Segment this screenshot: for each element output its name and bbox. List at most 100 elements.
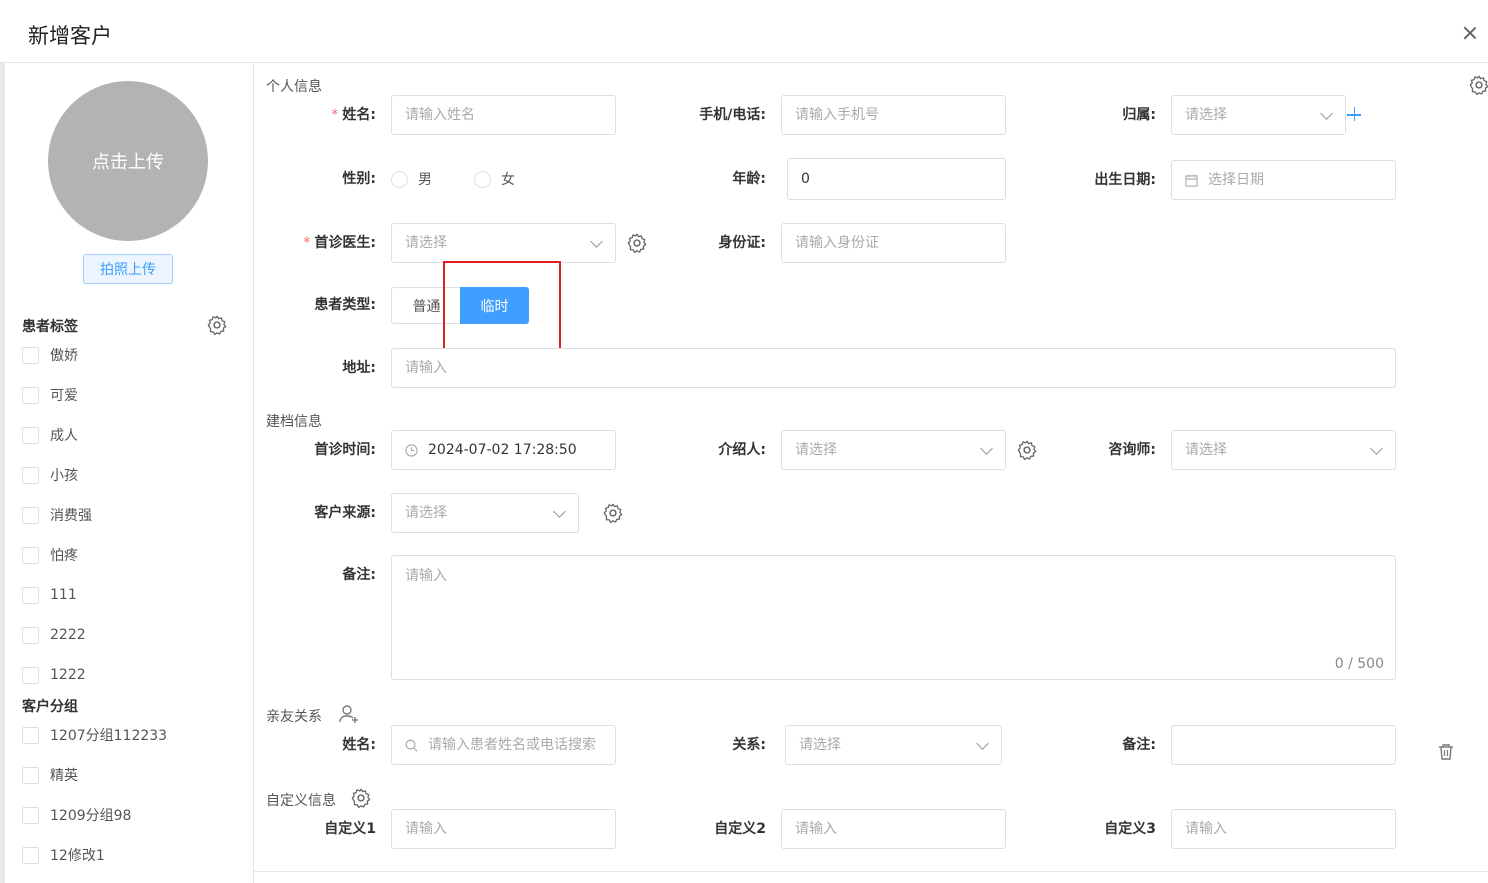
chevron-down-icon: [553, 505, 566, 518]
radio-circle[interactable]: [391, 170, 408, 188]
chevron-down-icon: [1370, 442, 1383, 455]
doctor-placeholder: 请选择: [405, 235, 447, 251]
group-label: 12修改1: [50, 848, 105, 864]
custom-info-title: 自定义信息: [266, 793, 336, 809]
remark-char-counter: 0 / 500: [1334, 656, 1384, 672]
checkbox-box[interactable]: [22, 726, 39, 744]
name-label-text: 姓名:: [342, 107, 376, 123]
id-card-input[interactable]: 请输入身份证: [781, 223, 1006, 263]
tag-checkbox[interactable]: 1222: [22, 665, 86, 685]
phone-input[interactable]: 请输入手机号: [781, 95, 1006, 135]
custom-info-settings-gear-icon[interactable]: [350, 787, 372, 809]
archive-info-title: 建档信息: [266, 414, 322, 430]
first-visit-datetime-picker[interactable]: 2024-07-02 17:28:50: [391, 430, 616, 470]
patient-type-normal-button[interactable]: 普通: [391, 287, 461, 324]
tag-checkbox[interactable]: 111: [22, 585, 77, 605]
close-icon[interactable]: [1459, 22, 1481, 44]
radio-circle[interactable]: [474, 170, 491, 188]
address-label: 地址:: [342, 360, 376, 376]
relation-label: 关系:: [732, 737, 766, 753]
patient-tags-settings-gear-icon[interactable]: [206, 314, 228, 336]
custom-2-input[interactable]: 请输入: [781, 809, 1006, 849]
form-settings-gear-icon[interactable]: [1468, 74, 1488, 96]
consultant-select[interactable]: 请选择: [1171, 430, 1396, 470]
custom-1-input[interactable]: 请输入: [391, 809, 616, 849]
remark-label: 备注:: [342, 567, 376, 583]
birthdate-picker[interactable]: 选择日期: [1171, 160, 1396, 200]
sidebar-divider: [253, 62, 254, 883]
tag-checkbox[interactable]: 傲娇: [22, 345, 78, 365]
name-input[interactable]: 请输入姓名: [391, 95, 616, 135]
calendar-icon: [1185, 174, 1198, 187]
checkbox-box[interactable]: [22, 346, 39, 364]
age-label: 年龄:: [732, 171, 766, 187]
referrer-settings-gear-icon[interactable]: [1016, 439, 1038, 461]
checkbox-box[interactable]: [22, 626, 39, 644]
delete-trash-icon[interactable]: [1437, 743, 1455, 761]
tag-checkbox[interactable]: 成人: [22, 425, 78, 445]
first-visit-label: 首诊时间:: [314, 442, 376, 458]
tag-label: 成人: [50, 428, 78, 444]
group-checkbox[interactable]: 精英: [22, 765, 78, 785]
relative-search-input[interactable]: 请输入患者姓名或电话搜索: [391, 725, 616, 765]
age-input[interactable]: 0: [787, 158, 1006, 200]
source-placeholder: 请选择: [405, 505, 447, 521]
checkbox-box[interactable]: [22, 426, 39, 444]
gender-male-radio[interactable]: 男: [391, 159, 432, 199]
checkbox-box[interactable]: [22, 586, 39, 604]
belong-select[interactable]: 请选择: [1171, 95, 1346, 135]
group-checkbox[interactable]: 1207分组112233: [22, 725, 167, 745]
checkbox-box[interactable]: [22, 806, 39, 824]
tag-checkbox[interactable]: 小孩: [22, 465, 78, 485]
group-label: 1207分组112233: [50, 728, 168, 744]
checkbox-box[interactable]: [22, 846, 39, 864]
source-select[interactable]: 请选择: [391, 493, 579, 533]
gender-female-radio[interactable]: 女: [474, 159, 515, 199]
avatar-upload[interactable]: 点击上传: [48, 81, 208, 241]
doctor-settings-gear-icon[interactable]: [626, 232, 648, 254]
id-card-label: 身份证:: [718, 235, 766, 251]
custom-3-label: 自定义3: [1104, 821, 1156, 837]
group-checkbox[interactable]: 1209分组98: [22, 805, 131, 825]
tag-label: 可爱: [50, 388, 78, 404]
relation-select[interactable]: 请选择: [785, 725, 1002, 765]
tag-label: 111: [50, 587, 77, 603]
tag-label: 傲娇: [50, 348, 78, 364]
custom-3-input[interactable]: 请输入: [1171, 809, 1396, 849]
tag-checkbox[interactable]: 可爱: [22, 385, 78, 405]
consultant-label: 咨询师:: [1108, 442, 1156, 458]
required-mark: *: [303, 235, 311, 251]
add-belong-plus-icon[interactable]: [1346, 106, 1364, 124]
tag-checkbox[interactable]: 2222: [22, 625, 86, 645]
tag-checkbox[interactable]: 怕疼: [22, 545, 78, 565]
doctor-label-text: 首诊医生:: [314, 235, 376, 251]
relative-remark-input[interactable]: [1171, 725, 1396, 765]
checkbox-box[interactable]: [22, 546, 39, 564]
checkbox-box[interactable]: [22, 506, 39, 524]
birthdate-label: 出生日期:: [1094, 172, 1156, 188]
checkbox-box[interactable]: [22, 386, 39, 404]
source-settings-gear-icon[interactable]: [602, 502, 624, 524]
add-relative-user-icon[interactable]: [338, 703, 360, 725]
patient-type-temporary-button[interactable]: 临时: [460, 287, 529, 324]
checkbox-box[interactable]: [22, 766, 39, 784]
group-checkbox[interactable]: 12修改1: [22, 845, 105, 865]
address-input[interactable]: 请输入: [391, 348, 1396, 388]
custom-1-label: 自定义1: [324, 821, 376, 837]
photo-upload-button[interactable]: 拍照上传: [83, 254, 173, 284]
checkbox-box[interactable]: [22, 466, 39, 484]
doctor-select[interactable]: 请选择: [391, 223, 616, 263]
required-mark: *: [331, 107, 339, 123]
referrer-label: 介绍人:: [718, 442, 766, 458]
header-divider: [0, 62, 1488, 63]
relation-placeholder: 请选择: [799, 737, 841, 753]
footer-divider: [253, 871, 1488, 872]
checkbox-box[interactable]: [22, 666, 39, 684]
relative-search-placeholder: 请输入患者姓名或电话搜索: [428, 737, 596, 753]
referrer-select[interactable]: 请选择: [781, 430, 1006, 470]
patient-type-label: 患者类型:: [314, 297, 376, 313]
search-icon: [405, 739, 418, 751]
remark-textarea[interactable]: 请输入: [391, 555, 1396, 680]
custom-2-label: 自定义2: [714, 821, 766, 837]
tag-checkbox[interactable]: 消费强: [22, 505, 92, 525]
